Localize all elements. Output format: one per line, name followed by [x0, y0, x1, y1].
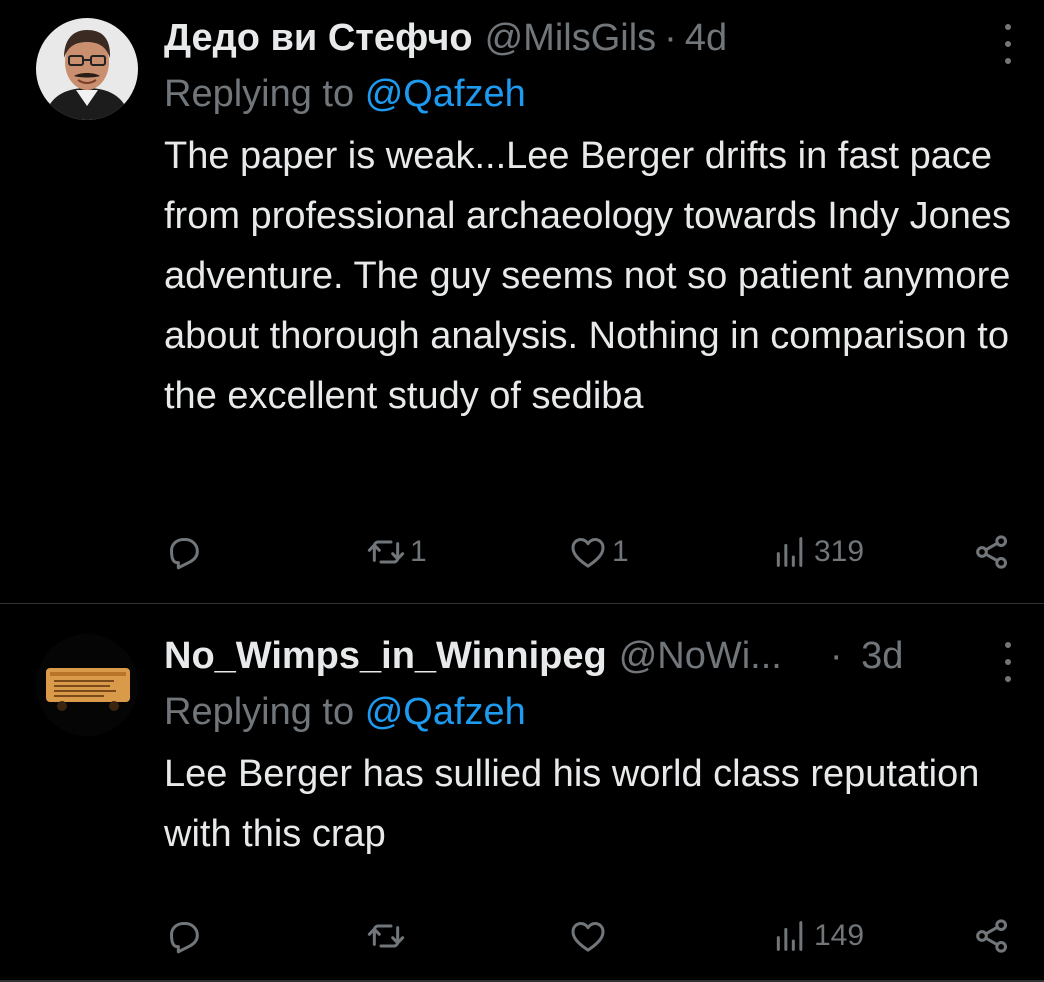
tweet-text: The paper is weak...Lee Berger drifts in… [164, 135, 1012, 417]
retweet-icon [367, 540, 405, 564]
tweet-content: No_Wimps_in_Winnipeg @NoWi ... · 3d Repl… [164, 628, 1020, 864]
heart-icon [571, 538, 605, 568]
user-handle[interactable]: @MilsGils [485, 10, 657, 66]
reply-icon [170, 538, 199, 570]
separator: · [829, 635, 843, 677]
tweet-header: Дедо ви Стефчо @MilsGils · 4d [164, 10, 1020, 66]
reply-button[interactable] [164, 916, 204, 956]
retweet-count: 1 [410, 535, 427, 568]
action-bar: 1 1 319 [164, 522, 1024, 582]
view-count: 149 [814, 919, 865, 952]
share-icon [976, 919, 1007, 953]
avatar[interactable] [36, 634, 138, 736]
replying-prefix: Replying to [164, 691, 355, 733]
more-icon[interactable] [996, 24, 1020, 64]
action-bar: 149 [164, 906, 1024, 966]
views-icon [776, 537, 803, 567]
reply-button[interactable] [164, 532, 204, 572]
retweet-button[interactable]: 1 [366, 532, 427, 572]
mention-link[interactable]: @Qafzeh [365, 73, 526, 115]
like-count: 1 [612, 535, 629, 568]
replying-to: Replying to @Qafzeh [164, 684, 1020, 744]
user-handle[interactable]: @NoWi [619, 628, 750, 684]
views-icon [776, 921, 803, 951]
handle-ellipsis: ... [750, 635, 782, 677]
views-button[interactable]: 319 [770, 532, 864, 572]
reply-icon [170, 922, 199, 954]
retweet-button[interactable] [366, 916, 410, 956]
share-button[interactable] [972, 532, 1012, 572]
view-count: 319 [814, 535, 865, 568]
display-name[interactable]: Дедо ви Стефчо [164, 10, 473, 66]
tweet-header: No_Wimps_in_Winnipeg @NoWi ... · 3d [164, 628, 1020, 684]
like-button[interactable] [568, 916, 612, 956]
share-button[interactable] [972, 916, 1012, 956]
retweet-icon [367, 924, 405, 948]
share-icon [976, 535, 1007, 569]
like-button[interactable]: 1 [568, 532, 629, 572]
tweet[interactable]: Дедо ви Стефчо @MilsGils · 4d Replying t… [0, 0, 1044, 604]
display-name[interactable]: No_Wimps_in_Winnipeg [164, 628, 607, 684]
views-button[interactable]: 149 [770, 916, 864, 956]
tweet[interactable]: No_Wimps_in_Winnipeg @NoWi ... · 3d Repl… [0, 604, 1044, 982]
replying-to: Replying to @Qafzeh [164, 66, 1020, 126]
tweet-content: Дедо ви Стефчо @MilsGils · 4d Replying t… [164, 10, 1020, 426]
tweet-text: Lee Berger has sullied his world class r… [164, 753, 980, 855]
heart-icon [571, 922, 605, 952]
mention-link[interactable]: @Qafzeh [365, 691, 526, 733]
separator: · [664, 17, 677, 59]
timestamp[interactable]: 4d [685, 10, 727, 66]
time-wrap: · 3d [822, 628, 904, 684]
avatar[interactable] [36, 18, 138, 120]
timestamp[interactable]: 3d [861, 635, 903, 677]
replying-prefix: Replying to [164, 73, 355, 115]
more-icon[interactable] [996, 642, 1020, 682]
